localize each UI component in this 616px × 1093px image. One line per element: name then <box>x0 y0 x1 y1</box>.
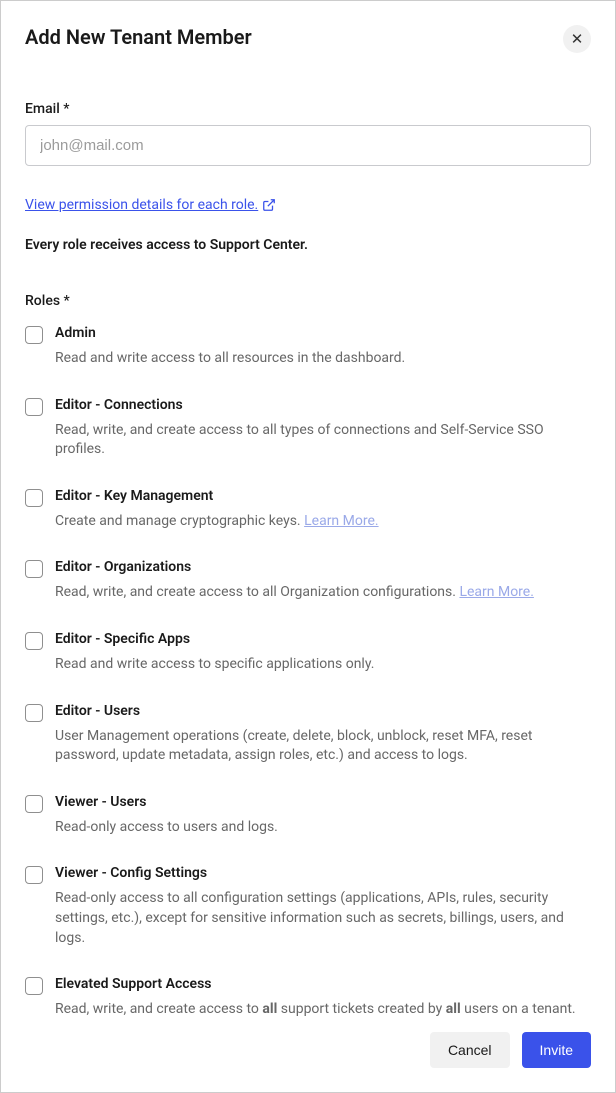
close-button[interactable]: ✕ <box>563 25 591 53</box>
role-checkbox[interactable] <box>25 632 43 650</box>
role-description: Create and manage cryptographic keys. Le… <box>55 512 591 532</box>
role-description: Read-only access to users and logs. <box>55 818 591 838</box>
role-content: Admin Read and write access to all resour… <box>55 325 591 369</box>
learn-more-link[interactable]: Learn More. <box>459 584 533 600</box>
support-center-note: Every role receives access to Support Ce… <box>25 237 591 253</box>
role-title: Editor - Organizations <box>55 559 591 575</box>
role-item: Editor - Users User Management operations… <box>25 703 591 766</box>
external-link-icon <box>262 198 276 212</box>
permission-link-text: View permission details for each role. <box>25 197 258 213</box>
role-item: Admin Read and write access to all resour… <box>25 325 591 369</box>
role-content: Editor - Specific Apps Read and write acc… <box>55 631 591 675</box>
email-input[interactable] <box>25 125 591 166</box>
role-content: Editor - Users User Management operations… <box>55 703 591 766</box>
role-content: Elevated Support Access Read, write, and… <box>55 976 591 1016</box>
role-description: Read, write, and create access to all ty… <box>55 421 591 460</box>
close-icon: ✕ <box>571 30 584 48</box>
add-tenant-member-modal: Add New Tenant Member ✕ Email * View per… <box>0 0 616 1093</box>
role-item: Editor - Specific Apps Read and write acc… <box>25 631 591 675</box>
permission-link-row: View permission details for each role. <box>25 194 591 213</box>
role-item-elevated: Elevated Support Access Read, write, and… <box>25 976 591 1016</box>
role-content: Viewer - Users Read-only access to users … <box>55 794 591 838</box>
role-content: Editor - Organizations Read, write, and c… <box>55 559 591 603</box>
cancel-button[interactable]: Cancel <box>430 1032 510 1068</box>
role-checkbox-elevated[interactable] <box>25 977 43 995</box>
modal-footer: Cancel Invite <box>25 1016 591 1068</box>
roles-list: Admin Read and write access to all resour… <box>25 325 591 948</box>
role-checkbox[interactable] <box>25 326 43 344</box>
role-content: Viewer - Config Settings Read-only access… <box>55 865 591 948</box>
role-checkbox[interactable] <box>25 795 43 813</box>
role-title: Editor - Connections <box>55 397 591 413</box>
permission-details-link[interactable]: View permission details for each role. <box>25 197 276 213</box>
learn-more-link[interactable]: Learn More. <box>304 513 378 529</box>
role-title: Elevated Support Access <box>55 976 591 992</box>
role-item: Editor - Connections Read, write, and cre… <box>25 397 591 460</box>
role-checkbox[interactable] <box>25 489 43 507</box>
email-label: Email * <box>25 101 591 117</box>
role-description: Read-only access to all configuration se… <box>55 889 591 948</box>
modal-title: Add New Tenant Member <box>25 25 252 49</box>
role-checkbox[interactable] <box>25 866 43 884</box>
role-description: Read, write, and create access to all su… <box>55 1000 591 1016</box>
role-content: Editor - Key Management Create and manage… <box>55 488 591 532</box>
role-title: Viewer - Users <box>55 794 591 810</box>
role-item: Editor - Organizations Read, write, and c… <box>25 559 591 603</box>
role-title: Editor - Users <box>55 703 591 719</box>
role-title: Editor - Key Management <box>55 488 591 504</box>
role-checkbox[interactable] <box>25 560 43 578</box>
roles-label: Roles * <box>25 293 591 309</box>
role-item: Viewer - Config Settings Read-only access… <box>25 865 591 948</box>
role-item: Editor - Key Management Create and manage… <box>25 488 591 532</box>
role-title: Editor - Specific Apps <box>55 631 591 647</box>
role-description: Read and write access to all resources i… <box>55 349 591 369</box>
role-description: Read and write access to specific applic… <box>55 655 591 675</box>
role-description: Read, write, and create access to all Or… <box>55 583 591 603</box>
role-checkbox[interactable] <box>25 398 43 416</box>
modal-header: Add New Tenant Member ✕ <box>25 25 591 53</box>
role-description: User Management operations (create, dele… <box>55 727 591 766</box>
modal-body: Email * View permission details for each… <box>25 101 591 1016</box>
role-item: Viewer - Users Read-only access to users … <box>25 794 591 838</box>
role-title: Admin <box>55 325 591 341</box>
invite-button[interactable]: Invite <box>522 1032 591 1068</box>
role-checkbox[interactable] <box>25 704 43 722</box>
role-title: Viewer - Config Settings <box>55 865 591 881</box>
role-content: Editor - Connections Read, write, and cre… <box>55 397 591 460</box>
